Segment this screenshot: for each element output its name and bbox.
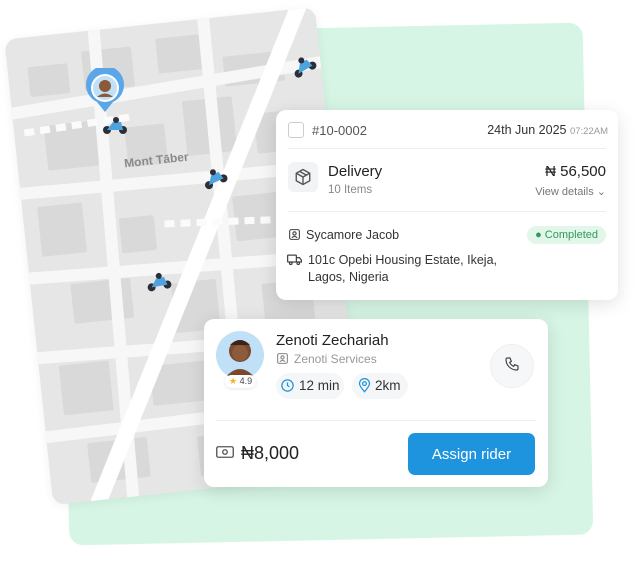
view-details-label: View details <box>535 186 594 198</box>
cash-icon <box>216 445 234 464</box>
phone-icon <box>504 356 520 377</box>
call-button[interactable] <box>490 344 534 388</box>
order-checkbox[interactable] <box>288 122 304 138</box>
assign-rider-button[interactable]: Assign rider <box>408 433 535 475</box>
rider-company: Zenoti Services <box>294 352 377 366</box>
order-date-text: 24th Jun 2025 <box>487 123 567 137</box>
order-type: Delivery <box>328 163 383 180</box>
address-line-2: Lagos, Nigeria <box>308 270 389 284</box>
status-badge: ● Completed <box>527 226 606 244</box>
distance-value: 2km <box>375 378 401 393</box>
avatar <box>216 331 264 379</box>
delivery-fee: ₦8,000 <box>241 443 300 463</box>
chevron-down-icon: ⌄ <box>596 186 606 198</box>
clock-icon <box>280 378 295 398</box>
divider <box>288 211 606 212</box>
user-badge-icon <box>288 228 301 246</box>
rider-card[interactable]: ★ 4.9 Zenoti Zechariah Zenoti Services 1… <box>204 319 548 487</box>
location-icon <box>358 378 371 398</box>
order-time: 07:22AM <box>569 126 608 137</box>
rating-badge: ★ 4.9 <box>225 375 257 388</box>
package-icon <box>288 162 318 192</box>
company-icon <box>276 352 289 370</box>
order-items: 10 Items <box>328 184 373 196</box>
star-icon: ★ <box>229 376 238 386</box>
customer-name: Sycamore Jacob <box>306 228 400 242</box>
order-amount: ₦ 56,500 <box>545 163 606 180</box>
divider <box>288 148 606 149</box>
status-dot-icon: ● <box>535 229 542 241</box>
truck-icon <box>287 253 302 271</box>
eta-pill: 12 min <box>276 373 344 399</box>
motorbike-icon[interactable] <box>101 116 129 136</box>
divider <box>216 420 536 421</box>
view-details-link[interactable]: View details ⌄ <box>535 185 606 198</box>
eta-value: 12 min <box>299 378 340 393</box>
location-pin-icon[interactable] <box>83 65 127 114</box>
status-text: Completed <box>544 229 598 241</box>
rating-value: 4.9 <box>239 376 253 386</box>
order-date: 24th Jun 2025 07:22AM <box>487 123 608 137</box>
rider-name: Zenoti Zechariah <box>276 332 389 349</box>
distance-pill: 2km <box>352 373 408 399</box>
order-id: #10-0002 <box>312 123 367 138</box>
order-card[interactable]: #10-0002 24th Jun 2025 07:22AM Delivery … <box>276 110 618 300</box>
address-line-1: 101c Opebi Housing Estate, Ikeja, <box>308 253 498 267</box>
